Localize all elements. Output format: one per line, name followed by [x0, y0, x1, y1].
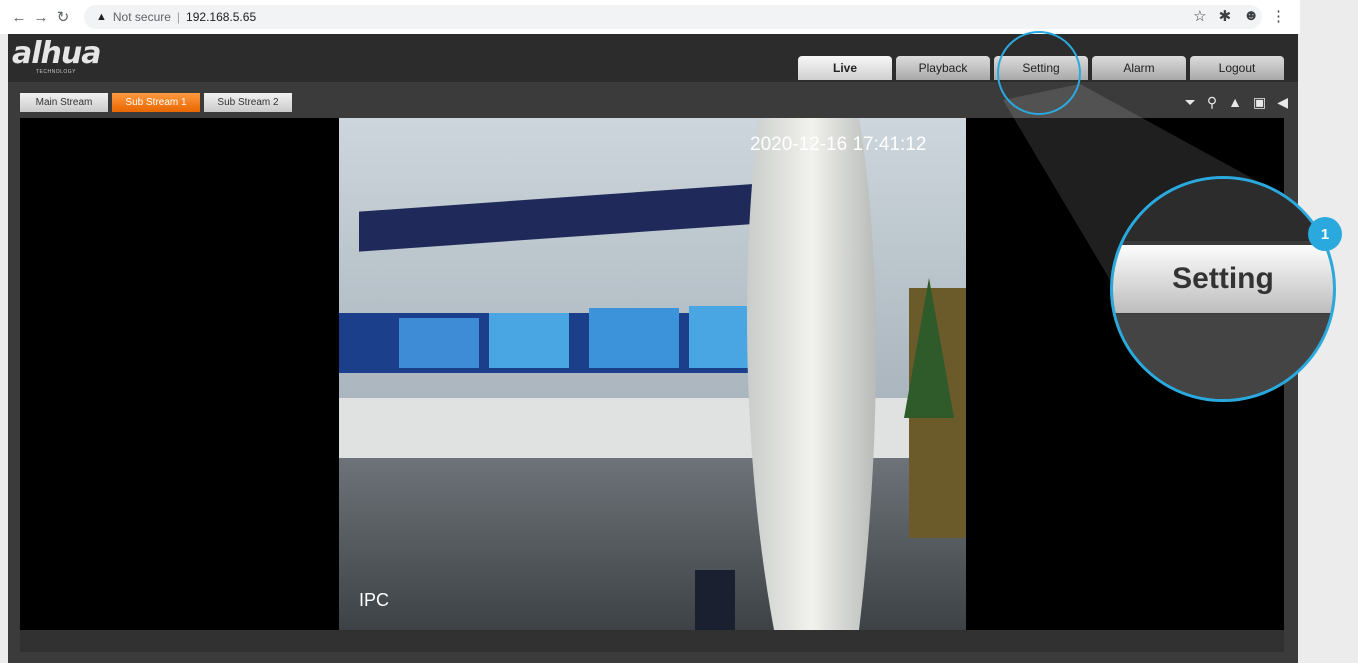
dahua-logo: alhua: [12, 36, 101, 71]
video-timestamp: 2020-12-16 17:41:12: [750, 134, 927, 155]
profile-icon[interactable]: ☻: [1243, 7, 1259, 25]
url-separator: |: [176, 10, 181, 24]
snapshot-icon[interactable]: ▣: [1253, 94, 1266, 111]
menu-icon[interactable]: ⋮: [1271, 7, 1286, 25]
security-status: Not secure: [112, 10, 171, 24]
address-bar[interactable]: ▲ Not secure | 192.168.5.65: [84, 5, 1262, 29]
forward-arrow-icon[interactable]: →: [30, 9, 52, 26]
sub-stream-1-button[interactable]: Sub Stream 1: [112, 93, 200, 112]
browser-toolbar: ← → ↻ ▲ Not secure | 192.168.5.65 ☆ ✱ ☻ …: [0, 0, 1300, 34]
live-video-area[interactable]: 2020-12-16 17:41:12 IPC: [20, 118, 1284, 630]
ptz-icon[interactable]: ⏷: [1185, 94, 1196, 111]
back-arrow-icon[interactable]: ←: [8, 9, 30, 26]
stream-selector: Main Stream Sub Stream 1 Sub Stream 2: [20, 93, 292, 112]
video-tools: ⏷ ⚲ ▲ ▣ ◀: [1185, 94, 1288, 111]
channel-name: IPC: [359, 590, 390, 610]
zoom-subbar-bg: [1113, 314, 1333, 399]
camera-feed-image: [339, 118, 966, 630]
zoom-setting-tab: Setting: [1113, 245, 1333, 313]
main-stream-button[interactable]: Main Stream: [20, 93, 108, 112]
extensions-icon[interactable]: ✱: [1219, 7, 1232, 25]
setting-zoom-callout: Setting: [1110, 176, 1336, 402]
url-text: 192.168.5.65: [186, 10, 257, 24]
tab-alarm[interactable]: Alarm: [1092, 56, 1186, 80]
sub-stream-2-button[interactable]: Sub Stream 2: [204, 93, 292, 112]
warning-icon: ▲: [96, 11, 107, 23]
alarm-bell-icon[interactable]: ▲: [1228, 94, 1242, 111]
tab-logout[interactable]: Logout: [1190, 56, 1284, 80]
logo-subtitle: TECHNOLOGY: [36, 69, 77, 75]
browser-actions: ☆ ✱ ☻ ⋮: [1193, 7, 1286, 25]
step-badge: 1: [1308, 217, 1342, 251]
app-header: alhua TECHNOLOGY Live Playback Setting A…: [8, 34, 1298, 82]
bookmark-star-icon[interactable]: ☆: [1193, 7, 1206, 25]
audio-icon[interactable]: ◀: [1277, 94, 1288, 111]
tab-playback[interactable]: Playback: [896, 56, 990, 80]
light-icon[interactable]: ⚲: [1207, 94, 1217, 111]
setting-highlight-circle: [997, 31, 1081, 115]
camera-web-app: alhua TECHNOLOGY Live Playback Setting A…: [8, 34, 1298, 663]
reload-icon[interactable]: ↻: [52, 8, 74, 26]
stream-toolbar: Main Stream Sub Stream 1 Sub Stream 2 ⏷ …: [8, 82, 1298, 116]
video-footer: [20, 630, 1284, 652]
zoom-header-bg: [1113, 179, 1333, 241]
tab-live[interactable]: Live: [798, 56, 892, 80]
